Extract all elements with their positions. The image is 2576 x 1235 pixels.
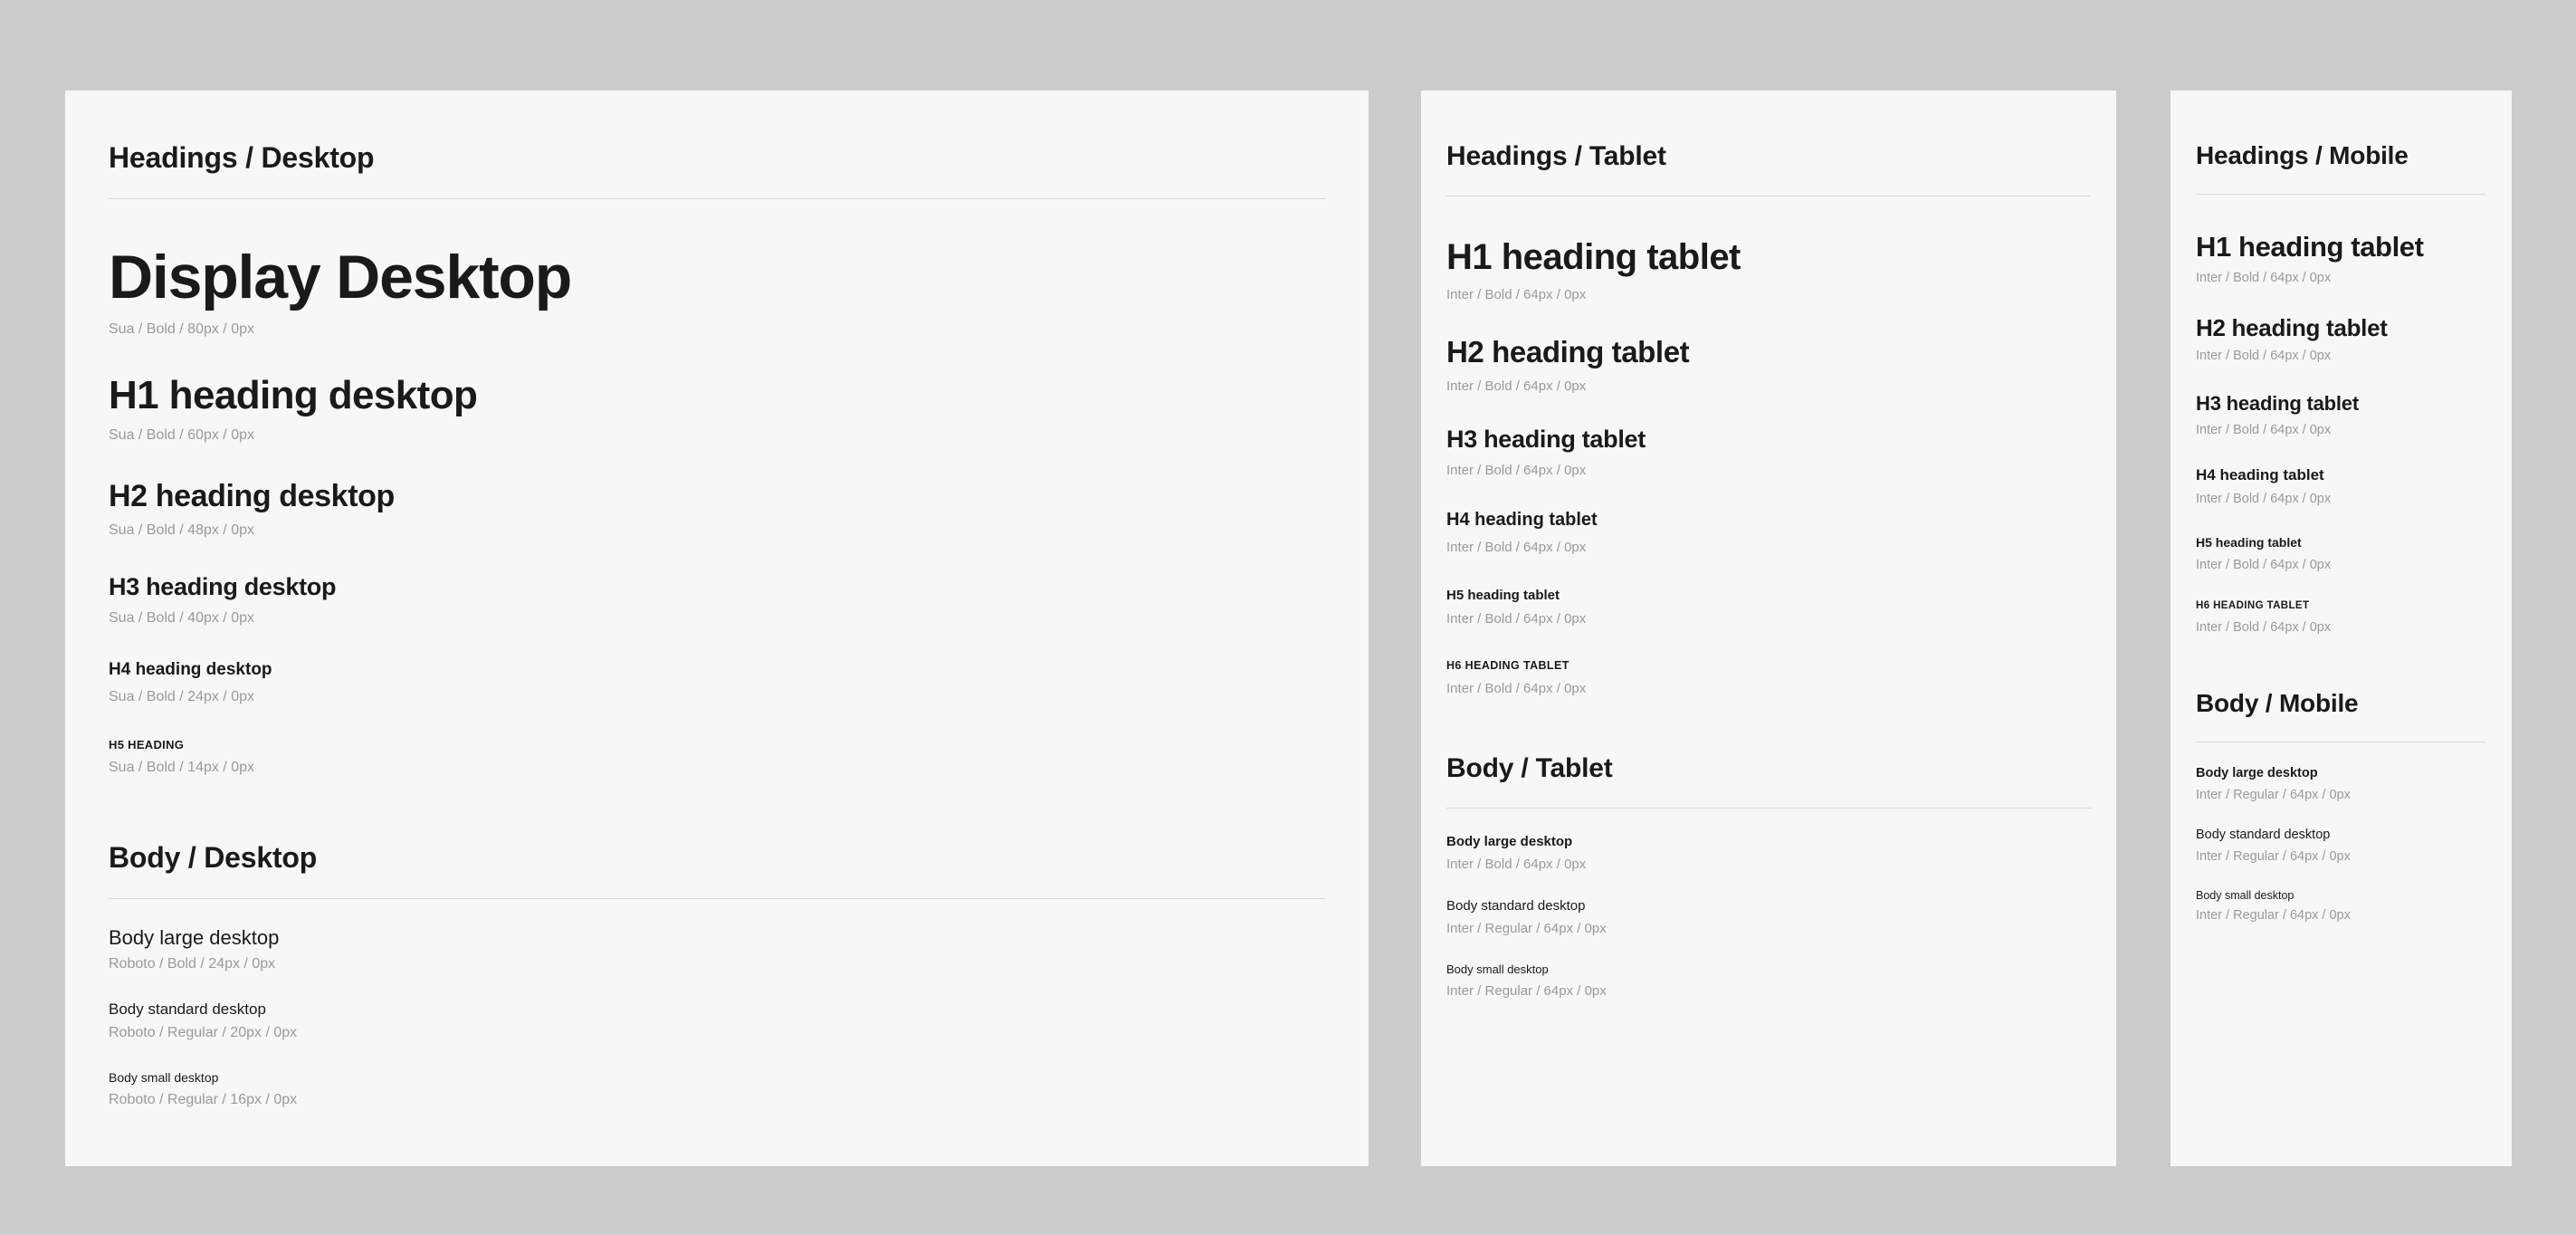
specimen-sample: H3 heading desktop [109, 572, 337, 600]
body-list-tablet: Body large desktop Inter / Bold / 64px /… [1446, 834, 2091, 1000]
specimen-sample: H2 heading tablet [2196, 313, 2388, 341]
specimen-sample: H1 heading tablet [1446, 237, 1741, 277]
specimen-spec: Inter / Regular / 64px / 0px [1446, 920, 1607, 936]
section-title-body-tablet: Body / Tablet [1446, 753, 2091, 809]
specimen-spec: Inter / Regular / 64px / 0px [2196, 787, 2351, 802]
headings-list-mobile: H1 heading tablet Inter / Bold / 64px / … [2196, 231, 2486, 637]
section-title-headings-desktop: Headings / Desktop [109, 141, 1325, 199]
specimen-spec: Roboto / Regular / 16px / 0px [109, 1091, 298, 1107]
specimen-sample: H4 heading desktop [109, 660, 272, 680]
specimen-sample: H5 heading tablet [2196, 535, 2302, 550]
specimen-h2-tablet: H2 heading tablet Inter / Bold / 64px / … [1446, 335, 2091, 395]
specimen-spec: Inter / Bold / 64px / 0px [2196, 619, 2332, 635]
specimen-sample: H6 HEADING TABLET [2196, 600, 2310, 612]
specimen-spec: Inter / Bold / 64px / 0px [1446, 856, 1587, 872]
specimen-sample: Body small desktop [2196, 888, 2295, 902]
specimen-spec: Inter / Bold / 64px / 0px [1446, 287, 1587, 303]
specimen-h5-mobile: H5 heading tablet Inter / Bold / 64px / … [2196, 535, 2486, 573]
specimen-spec: Inter / Regular / 64px / 0px [1446, 982, 1607, 999]
specimen-h3-tablet: H3 heading tablet Inter / Bold / 64px / … [1446, 426, 2091, 479]
specimen-spec: Inter / Bold / 64px / 0px [2196, 423, 2332, 438]
specimen-body-large-tablet: Body large desktop Inter / Bold / 64px /… [1446, 834, 2091, 873]
specimen-body-large-desktop: Body large desktop Roboto / Bold / 24px … [109, 926, 1325, 974]
specimen-sample: Body small desktop [1446, 962, 1549, 977]
specimen-spec: Sua / Bold / 24px / 0px [109, 688, 254, 704]
specimen-spec: Inter / Bold / 64px / 0px [1446, 680, 1587, 696]
specimen-spec: Inter / Bold / 64px / 0px [2196, 349, 2332, 364]
specimen-spec: Inter / Bold / 64px / 0px [2196, 270, 2332, 285]
specimen-spec: Sua / Bold / 80px / 0px [109, 321, 254, 338]
specimen-sample: H2 heading tablet [1446, 334, 1690, 369]
specimen-spec: Sua / Bold / 48px / 0px [109, 522, 254, 538]
section-title-headings-tablet: Headings / Tablet [1446, 141, 2091, 196]
typography-style-guide-canvas: Headings / Desktop Display Desktop Sua /… [0, 0, 2576, 1235]
specimen-body-large-mobile: Body large desktop Inter / Regular / 64p… [2196, 766, 2486, 804]
section-title-body-desktop: Body / Desktop [109, 841, 1325, 899]
specimen-spec: Inter / Bold / 64px / 0px [2196, 492, 2332, 507]
specimen-sample: H4 heading tablet [2196, 466, 2324, 484]
headings-list-desktop: Display Desktop Sua / Bold / 80px / 0px … [109, 241, 1325, 778]
specimen-h1-desktop: H1 heading desktop Sua / Bold / 60px / 0… [109, 372, 1325, 445]
specimen-body-standard-tablet: Body standard desktop Inter / Regular / … [1446, 898, 2091, 937]
section-title-body-mobile: Body / Mobile [2196, 689, 2486, 742]
specimen-display-desktop: Display Desktop Sua / Bold / 80px / 0px [109, 241, 1325, 340]
specimen-spec: Roboto / Bold / 24px / 0px [109, 955, 276, 972]
specimen-sample: H5 HEADING [109, 737, 185, 752]
body-list-desktop: Body large desktop Roboto / Bold / 24px … [109, 926, 1325, 1110]
specimen-spec: Sua / Bold / 40px / 0px [109, 609, 254, 626]
specimen-sample: Body large desktop [1446, 834, 1573, 850]
specimen-h2-desktop: H2 heading desktop Sua / Bold / 48px / 0… [109, 478, 1325, 541]
specimen-h6-tablet: H6 HEADING TABLET Inter / Bold / 64px / … [1446, 659, 2091, 697]
specimen-body-small-mobile: Body small desktop Inter / Regular / 64p… [2196, 889, 2486, 925]
specimen-sample: H1 heading tablet [2196, 231, 2424, 263]
specimen-h3-desktop: H3 heading desktop Sua / Bold / 40px / 0… [109, 573, 1325, 628]
panel-mobile: Headings / Mobile H1 heading tablet Inte… [2171, 91, 2512, 1166]
specimen-sample: H5 heading tablet [1446, 587, 1560, 603]
specimen-h5-tablet: H5 heading tablet Inter / Bold / 64px / … [1446, 588, 2091, 628]
body-list-mobile: Body large desktop Inter / Regular / 64p… [2196, 766, 2486, 925]
specimen-sample: Body standard desktop [1446, 898, 1586, 914]
specimen-body-standard-mobile: Body standard desktop Inter / Regular / … [2196, 828, 2486, 866]
specimen-sample: Body large desktop [109, 925, 280, 949]
specimen-sample: H4 heading tablet [1446, 510, 1598, 531]
specimen-h5-desktop: H5 HEADING Sua / Bold / 14px / 0px [109, 738, 1325, 778]
specimen-spec: Inter / Bold / 64px / 0px [1446, 611, 1587, 627]
specimen-h2-mobile: H2 heading tablet Inter / Bold / 64px / … [2196, 314, 2486, 366]
specimen-sample: Display Desktop [109, 243, 572, 311]
specimen-spec: Sua / Bold / 14px / 0px [109, 759, 254, 775]
specimen-sample: H6 HEADING TABLET [1446, 658, 1569, 672]
specimen-sample: H1 heading desktop [109, 373, 478, 418]
specimen-h4-desktop: H4 heading desktop Sua / Bold / 24px / 0… [109, 660, 1325, 706]
specimen-sample: Body standard desktop [2196, 827, 2331, 842]
specimen-spec: Inter / Bold / 64px / 0px [1446, 462, 1587, 478]
specimen-sample: H2 heading desktop [109, 478, 395, 513]
specimen-sample: Body small desktop [109, 1070, 219, 1086]
specimen-spec: Inter / Bold / 64px / 0px [1446, 540, 1587, 556]
specimen-sample: H3 heading tablet [1446, 426, 1646, 454]
panel-tablet: Headings / Tablet H1 heading tablet Inte… [1421, 91, 2116, 1166]
specimen-spec: Roboto / Regular / 20px / 0px [109, 1025, 298, 1041]
specimen-spec: Inter / Bold / 64px / 0px [2196, 557, 2332, 572]
specimen-body-small-tablet: Body small desktop Inter / Regular / 64p… [1446, 962, 2091, 1000]
specimen-sample: Body standard desktop [109, 1000, 266, 1019]
specimen-spec: Inter / Regular / 64px / 0px [2196, 848, 2351, 864]
specimen-h4-tablet: H4 heading tablet Inter / Bold / 64px / … [1446, 510, 2091, 556]
specimen-body-standard-desktop: Body standard desktop Roboto / Regular /… [109, 1000, 1325, 1043]
specimen-h1-tablet: H1 heading tablet Inter / Bold / 64px / … [1446, 236, 2091, 304]
specimen-h4-mobile: H4 heading tablet Inter / Bold / 64px / … [2196, 466, 2486, 508]
section-title-headings-mobile: Headings / Mobile [2196, 141, 2486, 195]
specimen-h1-mobile: H1 heading tablet Inter / Bold / 64px / … [2196, 231, 2486, 287]
panel-desktop: Headings / Desktop Display Desktop Sua /… [65, 91, 1369, 1166]
specimen-sample: H3 heading tablet [2196, 392, 2359, 416]
specimen-h3-mobile: H3 heading tablet Inter / Bold / 64px / … [2196, 392, 2486, 439]
headings-list-tablet: H1 heading tablet Inter / Bold / 64px / … [1446, 236, 2091, 697]
specimen-sample: Body large desktop [2196, 765, 2318, 780]
specimen-body-small-desktop: Body small desktop Roboto / Regular / 16… [109, 1070, 1325, 1109]
specimen-spec: Sua / Bold / 60px / 0px [109, 426, 254, 443]
specimen-h6-mobile: H6 HEADING TABLET Inter / Bold / 64px / … [2196, 600, 2486, 636]
specimen-spec: Inter / Bold / 64px / 0px [1446, 378, 1587, 394]
specimen-spec: Inter / Regular / 64px / 0px [2196, 908, 2351, 924]
